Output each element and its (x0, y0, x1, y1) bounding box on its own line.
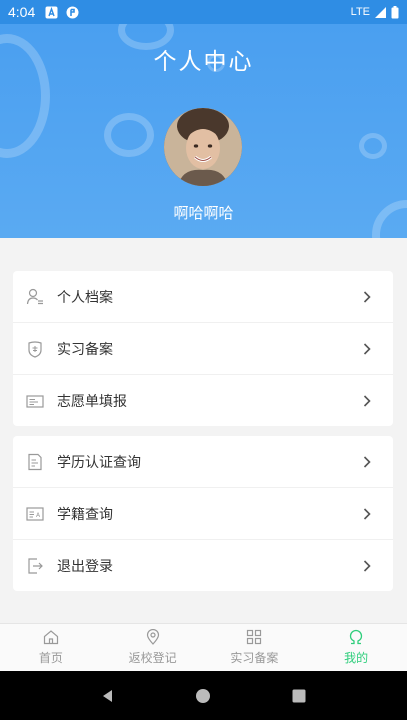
back-triangle-icon (102, 689, 112, 702)
menu-item-internship[interactable]: 实习备案 (13, 323, 393, 375)
menu-item-logout[interactable]: 退出登录 (13, 540, 393, 592)
bottom-nav: 首页 返校登记 实习备案 我的 (0, 623, 407, 671)
location-icon (146, 629, 159, 645)
form-card-icon (26, 395, 44, 408)
decor-circle (359, 133, 387, 159)
tab-internship[interactable]: 实习备案 (204, 624, 306, 671)
decor-circle (104, 113, 154, 157)
profile-icon (349, 629, 363, 645)
chevron-right-icon (363, 342, 371, 355)
chevron-right-icon (363, 290, 371, 303)
tab-mine[interactable]: 我的 (305, 624, 407, 671)
back-button[interactable] (97, 685, 119, 707)
menu-label: 实习备案 (57, 341, 113, 358)
recents-button[interactable] (288, 685, 310, 707)
notification-a-icon (45, 6, 58, 18)
tab-label: 我的 (344, 651, 369, 665)
status-time: 4:04 (8, 4, 36, 20)
id-card-icon: A (26, 506, 44, 521)
home-button[interactable] (192, 685, 214, 707)
battery-icon (391, 5, 399, 18)
tab-label: 实习备案 (230, 651, 279, 665)
chevron-right-icon (363, 560, 371, 572)
menu-card-primary: 个人档案 实习备案 志愿单填报 (13, 271, 393, 426)
menu-label: 个人档案 (57, 289, 113, 306)
svg-text:A: A (36, 512, 41, 519)
chevron-right-icon (363, 395, 371, 407)
menu-item-application[interactable]: 志愿单填报 (13, 375, 393, 427)
menu-label: 学籍查询 (57, 506, 113, 523)
menu-card-secondary: 学历认证查询 A 学籍查询 退出登录 (13, 436, 393, 591)
logout-icon (28, 558, 43, 574)
menu-item-profile[interactable]: 个人档案 (13, 271, 393, 323)
person-doc-icon (26, 288, 43, 304)
notification-app-icon (66, 6, 79, 18)
tab-return-register[interactable]: 返校登记 (102, 624, 204, 671)
avatar[interactable] (164, 108, 242, 186)
chevron-right-icon (363, 455, 371, 468)
certificate-icon (28, 453, 42, 470)
network-type: LTE (350, 6, 370, 18)
menu-item-status-query[interactable]: A 学籍查询 (13, 488, 393, 540)
system-nav-bar (0, 671, 407, 720)
tab-label: 首页 (38, 651, 63, 665)
menu-item-degree-query[interactable]: 学历认证查询 (13, 436, 393, 488)
menu-label: 退出登录 (57, 559, 113, 575)
home-icon (43, 630, 58, 645)
signal-icon (375, 6, 386, 18)
tab-label: 返校登记 (128, 651, 177, 665)
grid-icon (247, 629, 262, 645)
profile-header: 个人中心 啊哈啊哈 (0, 24, 407, 238)
home-circle-icon (196, 688, 211, 703)
chevron-right-icon (363, 507, 371, 520)
status-right: LTE (350, 5, 399, 19)
tab-home[interactable]: 首页 (0, 624, 102, 671)
shield-badge-icon (28, 340, 42, 358)
recents-square-icon (292, 689, 306, 702)
menu-label: 志愿单填报 (57, 394, 127, 410)
status-bar: 4:04 LTE (0, 0, 407, 24)
avatar-photo (164, 108, 242, 186)
username: 啊哈啊哈 (173, 204, 234, 222)
menu-label: 学历认证查询 (57, 454, 141, 471)
page-title: 个人中心 (153, 49, 254, 75)
